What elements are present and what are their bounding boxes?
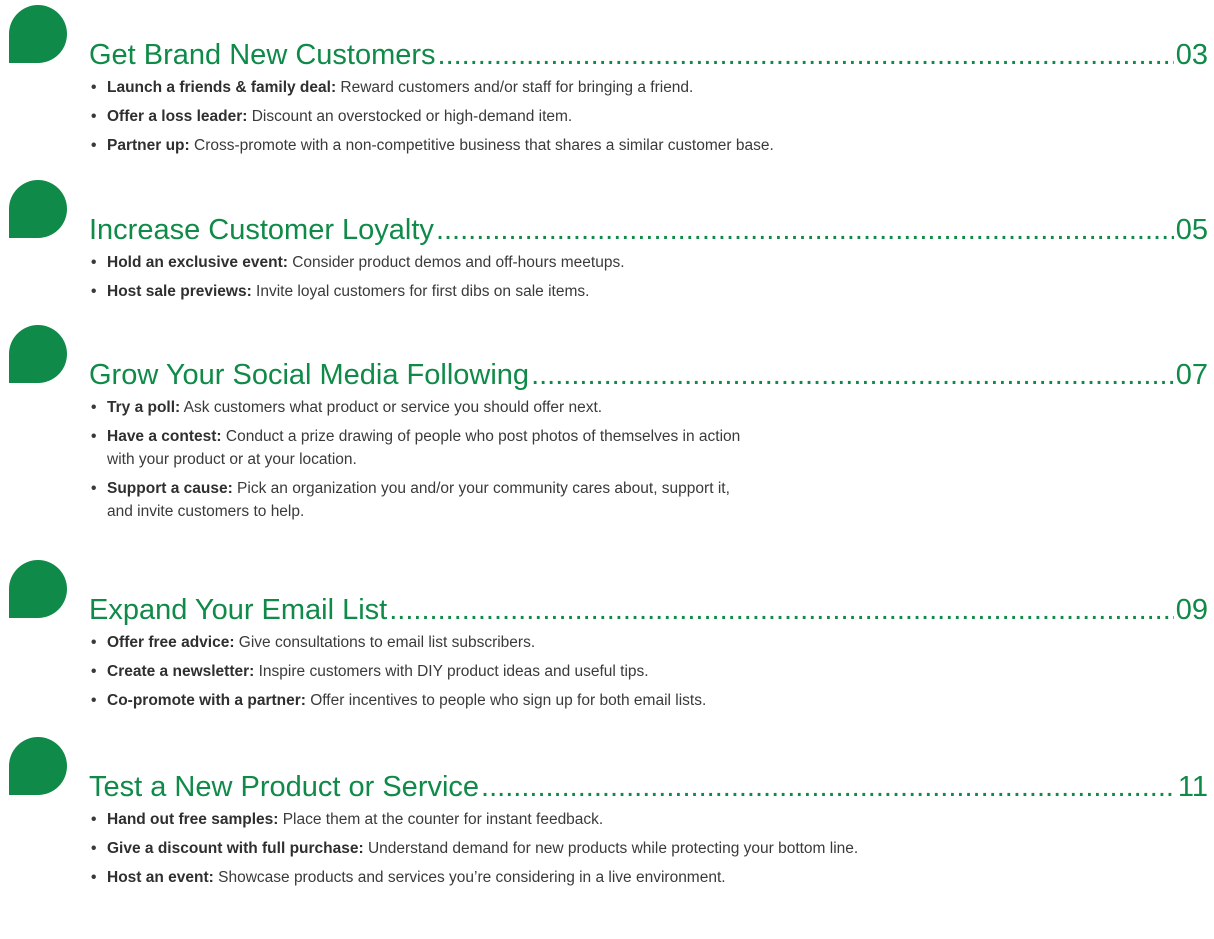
tip-list: Try a poll: Ask customers what product o… xyxy=(91,396,1191,529)
item-text: Reward customers and/or staff for bringi… xyxy=(336,79,694,96)
section-marker-icon xyxy=(9,325,67,383)
dot-leader xyxy=(531,357,1174,393)
page-number: 09 xyxy=(1175,594,1208,626)
item-lead: Host sale previews: xyxy=(107,283,252,300)
list-item: Co-promote with a partner: Offer incenti… xyxy=(91,689,1191,712)
item-text: Ask customers what product or service yo… xyxy=(180,399,603,416)
item-text: Place them at the counter for instant fe… xyxy=(278,811,604,828)
item-lead: Host an event: xyxy=(107,869,214,886)
section-marker-icon xyxy=(9,5,67,63)
list-item: Host an event: Showcase products and ser… xyxy=(91,866,1191,889)
section-title: Expand Your Email List xyxy=(89,594,388,626)
item-lead: Offer a loss leader: xyxy=(107,108,248,125)
page-number: 11 xyxy=(1177,771,1208,803)
item-lead: Try a poll: xyxy=(107,399,181,416)
item-continuation: and invite customers to help. xyxy=(107,503,305,520)
item-lead: Hold an exclusive event: xyxy=(107,254,288,271)
item-text: Consider product demos and off-hours mee… xyxy=(287,254,625,271)
tip-list: Offer free advice: Give consultations to… xyxy=(91,631,1191,718)
section-heading[interactable]: Grow Your Social Media Following 07 xyxy=(89,349,1208,393)
item-text: Pick an organization you and/or your com… xyxy=(232,480,730,497)
item-text: Give consultations to email list subscri… xyxy=(234,634,536,651)
tip-list: Hold an exclusive event: Consider produc… xyxy=(91,251,1191,309)
list-item: Create a newsletter: Inspire customers w… xyxy=(91,660,1191,683)
page-number: 03 xyxy=(1175,39,1208,71)
item-text: Invite loyal customers for first dibs on… xyxy=(251,283,590,300)
item-lead: Hand out free samples: xyxy=(107,811,279,828)
section-heading[interactable]: Test a New Product or Service 11 xyxy=(89,761,1208,805)
list-item: Give a discount with full purchase: Unde… xyxy=(91,837,1191,860)
item-lead: Co-promote with a partner: xyxy=(107,692,306,709)
page-number: 05 xyxy=(1175,214,1208,246)
list-item: Support a cause: Pick an organization yo… xyxy=(91,477,1191,523)
list-item: Hold an exclusive event: Consider produc… xyxy=(91,251,1191,274)
item-lead: Give a discount with full purchase: xyxy=(107,840,364,857)
dot-leader xyxy=(436,212,1174,248)
item-lead: Support a cause: xyxy=(107,480,233,497)
item-lead: Create a newsletter: xyxy=(107,663,255,680)
section-marker-icon xyxy=(9,560,67,618)
section-title: Increase Customer Loyalty xyxy=(89,214,434,246)
tip-list: Hand out free samples: Place them at the… xyxy=(91,808,1191,895)
list-item: Launch a friends & family deal: Reward c… xyxy=(91,76,1191,99)
item-text: Inspire customers with DIY product ideas… xyxy=(254,663,649,680)
list-item: Offer a loss leader: Discount an oversto… xyxy=(91,105,1191,128)
section-heading[interactable]: Expand Your Email List 09 xyxy=(89,584,1208,628)
item-text: Offer incentives to people who sign up f… xyxy=(305,692,707,709)
item-lead: Partner up: xyxy=(107,137,190,154)
page-number: 07 xyxy=(1175,359,1208,391)
section-heading[interactable]: Increase Customer Loyalty 05 xyxy=(89,204,1208,248)
section-marker-icon xyxy=(9,737,67,795)
section-heading[interactable]: Get Brand New Customers 03 xyxy=(89,29,1208,73)
list-item: Have a contest: Conduct a prize drawing … xyxy=(91,425,1191,471)
item-continuation: with your product or at your location. xyxy=(107,451,357,468)
item-lead: Have a contest: xyxy=(107,428,222,445)
dot-leader xyxy=(389,592,1173,628)
list-item: Hand out free samples: Place them at the… xyxy=(91,808,1191,831)
list-item: Offer free advice: Give consultations to… xyxy=(91,631,1191,654)
item-text: Cross-promote with a non-competitive bus… xyxy=(189,137,774,154)
dot-leader xyxy=(438,37,1174,73)
section-title: Get Brand New Customers xyxy=(89,39,436,71)
item-text: Understand demand for new products while… xyxy=(363,840,859,857)
list-item: Try a poll: Ask customers what product o… xyxy=(91,396,1191,419)
dot-leader xyxy=(481,769,1176,805)
item-text: Showcase products and services you’re co… xyxy=(213,869,726,886)
list-item: Partner up: Cross-promote with a non-com… xyxy=(91,134,1191,157)
item-lead: Offer free advice: xyxy=(107,634,235,651)
item-lead: Launch a friends & family deal: xyxy=(107,79,337,96)
list-item: Host sale previews: Invite loyal custome… xyxy=(91,280,1191,303)
item-text: Discount an overstocked or high-demand i… xyxy=(247,108,573,125)
item-text: Conduct a prize drawing of people who po… xyxy=(221,428,741,445)
tip-list: Launch a friends & family deal: Reward c… xyxy=(91,76,1191,163)
section-title: Grow Your Social Media Following xyxy=(89,359,530,391)
section-title: Test a New Product or Service xyxy=(89,771,480,803)
section-marker-icon xyxy=(9,180,67,238)
